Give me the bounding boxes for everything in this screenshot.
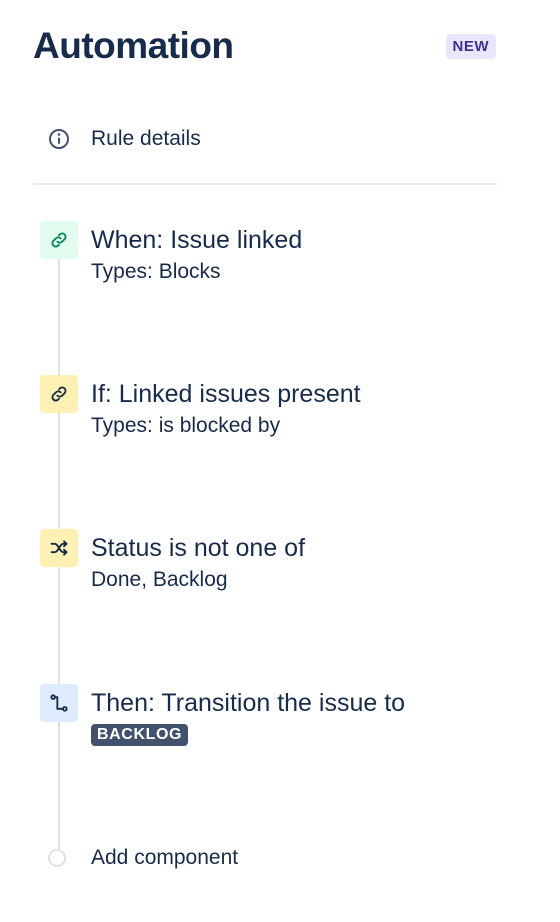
transition-icon	[40, 684, 78, 722]
rule-details-link[interactable]: Rule details	[46, 126, 201, 152]
step-action-transition[interactable]: Then: Transition the issue to BACKLOG	[40, 684, 405, 746]
step-condition-status[interactable]: Status is not one of Done, Backlog	[40, 529, 305, 594]
rule-details-label: Rule details	[91, 127, 201, 150]
step-heading: When: Issue linked	[91, 226, 303, 254]
shuffle-icon	[40, 529, 78, 567]
status-lozenge: BACKLOG	[91, 724, 189, 746]
step-heading: Status is not one of	[91, 534, 306, 562]
new-badge: NEW	[445, 33, 496, 59]
step-condition-linked-issues[interactable]: If: Linked issues present Types: is bloc…	[40, 375, 361, 440]
step-heading: Then: Transition the issue to	[91, 689, 406, 717]
add-component-button[interactable]: Add component	[48, 846, 238, 870]
step-subtext: Types: is blocked by	[91, 414, 281, 437]
page-title: Automation	[33, 25, 234, 66]
step-heading: If: Linked issues present	[91, 380, 361, 408]
add-component-label: Add component	[91, 846, 239, 869]
divider	[33, 183, 497, 185]
add-component-circle-icon	[48, 849, 66, 867]
step-subtext: Types: Blocks	[91, 260, 221, 283]
header: Automation NEW	[33, 22, 496, 70]
info-icon	[46, 126, 72, 152]
link-icon	[40, 375, 78, 413]
link-icon	[40, 221, 78, 259]
step-subtext: Done, Backlog	[91, 568, 228, 591]
step-trigger[interactable]: When: Issue linked Types: Blocks	[40, 221, 302, 286]
